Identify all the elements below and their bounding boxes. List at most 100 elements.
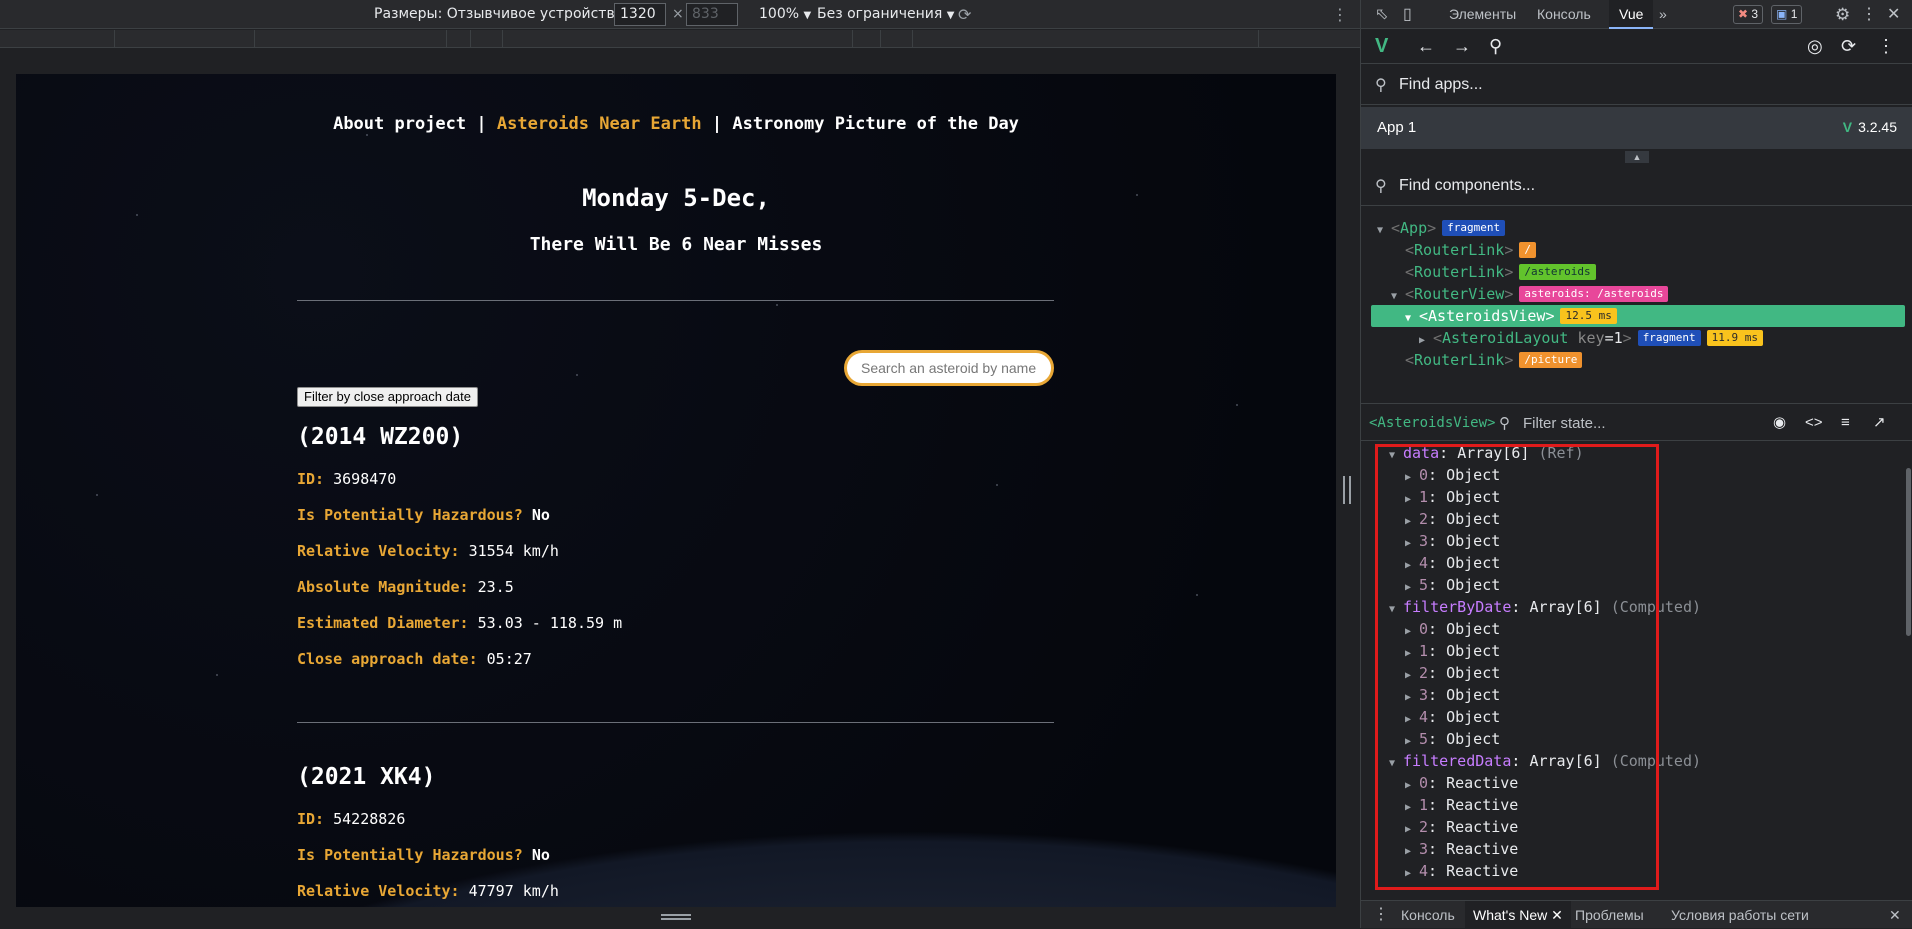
tree-node-asteroidlayout[interactable]: ▶ <AsteroidLayout key=1> fragment 11.9 ms — [1419, 327, 1764, 349]
state-entry-filtereddata[interactable]: ▼ filteredData: Array[6] (Computed) — [1389, 750, 1701, 772]
route-badge: /picture — [1519, 352, 1583, 368]
state-item[interactable]: ▶ 1: Reactive — [1405, 794, 1518, 816]
state-item[interactable]: ▶ 2: Object — [1405, 508, 1500, 530]
eye-icon[interactable]: ◉ — [1773, 413, 1786, 433]
filter-by-date-button[interactable]: Filter by close approach date — [297, 387, 478, 407]
target-icon[interactable]: ◎ — [1807, 36, 1823, 56]
diameter-row: Estimated Diameter: 53.03 - 118.59 m — [297, 614, 622, 632]
app-selector[interactable]: App 1 V 3.2.45 — [1361, 107, 1912, 149]
state-item[interactable]: ▶ 0: Reactive — [1405, 772, 1518, 794]
state-item[interactable]: ▶ 2: Reactive — [1405, 816, 1518, 838]
hazardous-row: Is Potentially Hazardous? No — [297, 846, 550, 864]
more-options-icon[interactable]: ⋮ — [1877, 36, 1895, 56]
more-options-icon[interactable]: ⋮ — [1332, 0, 1348, 29]
state-item[interactable]: ▶ 3: Object — [1405, 684, 1500, 706]
more-options-icon[interactable]: ⋮ — [1861, 0, 1877, 29]
forward-arrow-icon[interactable]: → — [1453, 36, 1471, 56]
refresh-icon[interactable]: ⟳ — [1841, 36, 1856, 56]
state-item[interactable]: ▶ 3: Object — [1405, 530, 1500, 552]
open-in-editor-icon[interactable]: ↗ — [1873, 413, 1886, 433]
nav-apod[interactable]: Astronomy Picture of the Day — [732, 114, 1019, 134]
close-drawer-icon[interactable]: ✕ — [1889, 901, 1901, 929]
more-tabs-icon[interactable]: » — [1659, 0, 1667, 29]
height-resize-bar[interactable] — [16, 907, 1336, 928]
state-type: Array[6] — [1529, 752, 1602, 770]
find-components-input[interactable]: ⚲ Find components... — [1361, 166, 1912, 206]
height-input[interactable]: 833 — [686, 3, 738, 26]
velocity-row: Relative Velocity: 31554 km/h — [297, 542, 559, 560]
close-icon[interactable]: ✕ — [1551, 907, 1563, 923]
state-item[interactable]: ▶ 5: Object — [1405, 574, 1500, 596]
device-toggle-icon[interactable]: ▯ — [1403, 0, 1412, 29]
selected-component-name: <AsteroidsView> — [1369, 415, 1496, 431]
state-item[interactable]: ▶ 3: Reactive — [1405, 838, 1518, 860]
drawer-tab-whats-new[interactable]: What's New ✕ — [1465, 901, 1571, 929]
wrap-icon[interactable]: ≡ — [1841, 413, 1850, 433]
width-input[interactable]: 1320 — [614, 3, 666, 26]
state-value: Object — [1446, 642, 1501, 660]
dimensions-dropdown[interactable]: Размеры: Отзывчивое устройство ▼ — [374, 0, 635, 29]
message-icon: ▣ — [1776, 7, 1788, 21]
tree-node-asteroidsview-selected[interactable]: ▼ <AsteroidsView> 12.5 ms — [1371, 305, 1905, 327]
tab-console[interactable]: Консоль — [1537, 0, 1591, 29]
nav-separator: | — [476, 114, 487, 134]
rotate-icon[interactable]: ⟳ — [958, 0, 971, 29]
tree-node-routerlink[interactable]: <RouterLink> / — [1405, 239, 1536, 261]
state-item[interactable]: ▶ 5: Object — [1405, 728, 1500, 750]
tab-vue[interactable]: Vue — [1609, 0, 1654, 29]
chevron-down-icon: ▼ — [803, 10, 812, 21]
width-resize-handle[interactable] — [1343, 476, 1351, 504]
devtools-tabbar: ⬁ ▯ Элементы Консоль Vue » ✖ 3 ▣ 1 ⚙ ⋮ ✕ — [1361, 0, 1912, 29]
state-scrollbar[interactable] — [1906, 468, 1911, 636]
drawer-tab-console[interactable]: Консоль — [1401, 901, 1455, 929]
drawer-tab-network-conditions[interactable]: Условия работы сети — [1671, 901, 1809, 929]
expand-arrow-icon[interactable]: ▼ — [1405, 308, 1419, 330]
errors-badge[interactable]: ✖ 3 — [1733, 5, 1764, 24]
expand-arrow-icon[interactable]: ▼ — [1377, 220, 1391, 242]
state-entry-data[interactable]: ▼ data: Array[6] (Ref) — [1389, 442, 1584, 464]
expand-arrow-icon[interactable]: ▼ — [1389, 753, 1403, 775]
vue-toolbar: V ← → ⚲ ◎ ⟳ ⋮ — [1361, 30, 1912, 64]
nav-asteroids[interactable]: Asteroids Near Earth — [497, 114, 702, 134]
drawer-tab-issues[interactable]: Проблемы — [1575, 901, 1644, 929]
back-arrow-icon[interactable]: ← — [1417, 36, 1435, 56]
tree-node-routerlink[interactable]: <RouterLink>/asteroids — [1405, 261, 1596, 283]
tree-node-app[interactable]: ▼ <App> fragment — [1377, 217, 1506, 242]
state-value: Object — [1446, 708, 1501, 726]
state-item[interactable]: ▶ 4: Object — [1405, 552, 1500, 574]
messages-badge[interactable]: ▣ 1 — [1771, 5, 1803, 24]
state-item[interactable]: ▶ 2: Object — [1405, 662, 1500, 684]
close-icon[interactable]: ✕ — [1887, 0, 1900, 29]
drawer-menu-icon[interactable]: ⋮ — [1373, 901, 1389, 929]
state-item[interactable]: ▶ 0: Object — [1405, 464, 1500, 486]
state-item[interactable]: ▶ 1: Object — [1405, 640, 1500, 662]
find-apps-input[interactable]: ⚲ Find apps... — [1361, 65, 1912, 105]
code-icon[interactable]: <> — [1805, 413, 1823, 433]
times-icon: × — [672, 6, 684, 22]
expand-arrow-icon[interactable]: ▶ — [1405, 863, 1419, 885]
filter-state-input[interactable]: Filter state... — [1523, 415, 1606, 432]
tree-node-routerlink[interactable]: <RouterLink>/picture — [1405, 349, 1583, 371]
tree-tag: RouterView — [1414, 285, 1505, 303]
tab-elements[interactable]: Элементы — [1449, 0, 1516, 29]
expand-arrow-icon[interactable]: ▼ — [1389, 599, 1403, 621]
state-item[interactable]: ▶ 4: Reactive — [1405, 860, 1518, 882]
nav-about[interactable]: About project — [333, 114, 466, 134]
tree-node-routerview[interactable]: ▼ <RouterView> asteroids: /asteroids — [1391, 283, 1669, 305]
expand-arrow-icon[interactable]: ▼ — [1389, 445, 1403, 467]
state-item[interactable]: ▶ 1: Object — [1405, 486, 1500, 508]
asteroid-id-row: ID: 3698470 — [297, 470, 396, 488]
state-value: Reactive — [1446, 818, 1519, 836]
throttle-dropdown[interactable]: Без ограничения ▼ — [817, 0, 954, 29]
state-item[interactable]: ▶ 4: Object — [1405, 706, 1500, 728]
inspect-icon[interactable]: ⬁ — [1375, 0, 1388, 29]
search-input[interactable]: Search an asteroid by name — [844, 350, 1054, 386]
collapse-handle[interactable]: ▲ — [1625, 151, 1649, 163]
zoom-dropdown[interactable]: 100% ▼ — [759, 0, 811, 29]
component-tree-icon[interactable]: ⚲ — [1489, 36, 1502, 56]
state-item[interactable]: ▶ 0: Object — [1405, 618, 1500, 640]
state-key: filteredData — [1403, 752, 1512, 770]
divider — [297, 722, 1054, 723]
state-entry-filterbydate[interactable]: ▼ filterByDate: Array[6] (Computed) — [1389, 596, 1701, 618]
gear-icon[interactable]: ⚙ — [1835, 0, 1850, 29]
